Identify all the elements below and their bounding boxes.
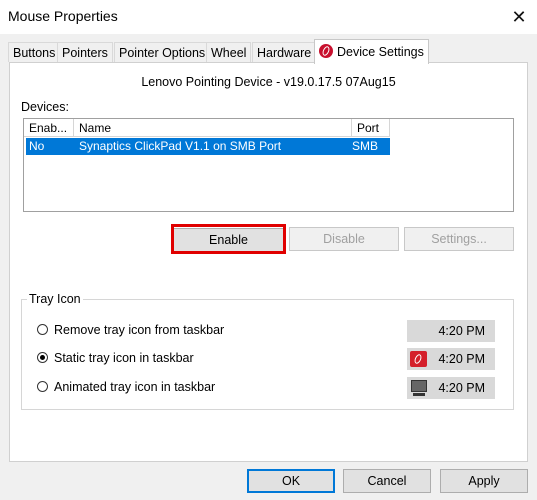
tray-preview-animated: 4:20 PM [407, 377, 495, 399]
animated-tray-icon-option[interactable]: Animated tray icon in taskbar [37, 379, 215, 395]
devices-list[interactable]: Enab... Name Port No Synaptics ClickPad … [23, 118, 514, 212]
tab-device-settings[interactable]: Device Settings [314, 39, 429, 64]
title-bar: Mouse Properties ✕ [0, 0, 537, 34]
disable-button[interactable]: Disable [289, 227, 399, 251]
tab-hardware[interactable]: Hardware [252, 42, 317, 62]
static-tray-icon-label: Static tray icon in taskbar [54, 351, 194, 365]
tray-preview-static: 4:20 PM [407, 348, 495, 370]
tab-wheel[interactable]: Wheel [206, 42, 252, 62]
lenovo-tray-icon [410, 351, 427, 367]
settings-button[interactable]: Settings... [404, 227, 514, 251]
tray-time: 4:20 PM [438, 324, 485, 338]
close-icon[interactable]: ✕ [501, 0, 537, 34]
tab-pointer-options[interactable]: Pointer Options [114, 42, 211, 62]
radio-button[interactable] [37, 381, 48, 392]
remove-tray-icon-label: Remove tray icon from taskbar [54, 323, 225, 337]
tab-device-settings-label: Device Settings [337, 45, 424, 59]
radio-button[interactable] [37, 324, 48, 335]
window-title: Mouse Properties [8, 8, 118, 24]
enable-button-highlight [171, 224, 286, 254]
driver-heading: Lenovo Pointing Device - v19.0.17.5 07Au… [141, 75, 396, 89]
tab-pointers[interactable]: Pointers [57, 42, 113, 62]
apply-button[interactable]: Apply [440, 469, 528, 493]
cancel-button[interactable]: Cancel [343, 469, 431, 493]
device-settings-panel: Lenovo Pointing Device - v19.0.17.5 07Au… [9, 62, 528, 462]
static-tray-icon-option[interactable]: Static tray icon in taskbar [37, 350, 194, 366]
monitor-base [413, 393, 425, 396]
devices-label: Devices: [21, 100, 69, 114]
animated-tray-icon-label: Animated tray icon in taskbar [54, 380, 216, 394]
tray-time: 4:20 PM [438, 352, 485, 366]
column-header-name[interactable]: Name [74, 119, 352, 137]
ok-button[interactable]: OK [247, 469, 335, 493]
tray-icon-group-label: Tray Icon [27, 292, 83, 306]
monitor-tray-icon [411, 380, 427, 392]
tray-preview-remove: 4:20 PM [407, 320, 495, 342]
device-enabled-cell: No [29, 139, 45, 153]
tab-buttons[interactable]: Buttons [8, 42, 61, 62]
column-header-enabled[interactable]: Enab... [24, 119, 74, 137]
remove-tray-icon-option[interactable]: Remove tray icon from taskbar [37, 322, 224, 338]
column-header-port[interactable]: Port [352, 119, 390, 137]
device-name-cell: Synaptics ClickPad V1.1 on SMB Port [79, 139, 282, 153]
device-row[interactable]: No Synaptics ClickPad V1.1 on SMB Port S… [26, 138, 390, 155]
device-port-cell: SMB [352, 139, 379, 153]
radio-button-selected[interactable] [37, 352, 48, 363]
lenovo-logo-icon [319, 44, 333, 58]
tray-time: 4:20 PM [438, 381, 485, 395]
